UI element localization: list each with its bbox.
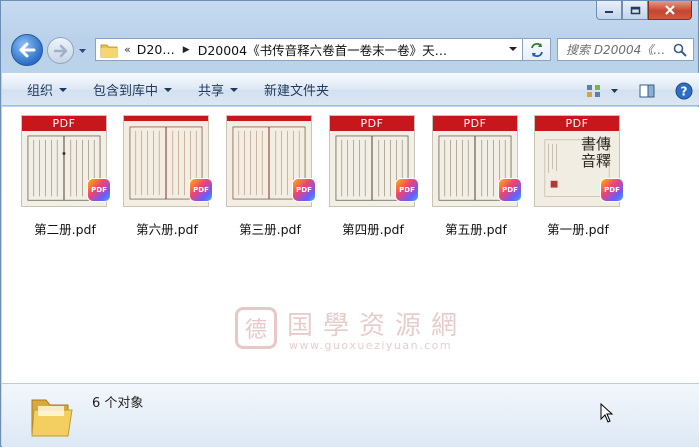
chevron-down-icon [611,88,618,93]
file-list-pane[interactable]: PDF PDF 第二册.pdf PDF 第六册.pdf PDF 第三册.pdf … [2,107,699,383]
explorer-window: « D20… ▶ D20004《书传音释六卷首一卷末一卷》天… 组织 包含到库中… [0,0,699,447]
item-count: 6 个对象 [92,396,144,411]
file-item[interactable]: PDF PDF 第四册.pdf [321,115,419,237]
organize-label: 组织 [27,84,54,99]
file-item[interactable]: PDF 書傳音釋 PDF 第一册.pdf [526,115,624,237]
back-button[interactable] [11,34,43,66]
refresh-icon [530,42,543,57]
back-arrow-icon [19,42,36,58]
recent-pages-dropdown[interactable] [77,46,87,56]
search-icon[interactable] [673,43,687,57]
new-folder-button[interactable]: 新建文件夹 [251,73,342,106]
preview-pane-icon [639,84,655,97]
file-name[interactable]: 第一册.pdf [526,219,630,238]
include-in-library-menu[interactable]: 包含到库中 [80,73,185,106]
file-name[interactable]: 第五册.pdf [424,219,528,238]
pdf-banner: PDF [22,116,106,131]
organize-menu[interactable]: 组织 [14,73,80,106]
file-name[interactable]: 第四册.pdf [321,219,425,238]
pdf-banner: PDF [535,116,619,131]
pdf-app-badge-icon: PDF [88,179,110,201]
pdf-app-badge-icon: PDF [396,179,418,201]
breadcrumb-parent[interactable]: D20… [137,42,175,57]
breadcrumb-current[interactable]: D20004《书传音释六卷首一卷末一卷》天… [198,40,447,59]
pdf-banner: PDF [433,116,517,131]
watermark-seal: 德 [235,307,277,349]
view-controls: ? [576,74,693,107]
breadcrumb-chevron-icon[interactable]: ▶ [183,45,190,55]
address-bar[interactable]: « D20… ▶ D20004《书传音释六卷首一卷末一卷》天… [95,38,523,61]
pdf-app-badge-icon: PDF [601,179,623,201]
pdf-app-badge-icon: PDF [190,179,212,201]
file-item[interactable]: PDF PDF 第五册.pdf [424,115,522,237]
svg-text:?: ? [681,84,688,98]
file-name[interactable]: 第六册.pdf [115,219,219,238]
details-pane: 6 个对象 [2,383,699,447]
watermark-url: www.guoxueziyuan.com [289,339,453,352]
pdf-app-badge-icon: PDF [293,179,315,201]
refresh-button[interactable] [523,38,551,61]
view-options-dropdown[interactable] [610,74,619,107]
forward-arrow-icon [53,44,67,57]
close-button[interactable] [648,1,692,20]
pdf-banner [124,116,208,121]
include-library-label: 包含到库中 [93,84,159,99]
change-view-button[interactable] [586,74,602,107]
preview-pane-button[interactable] [639,74,655,107]
pdf-banner [227,116,311,121]
dropdown-arrow-icon [164,87,173,92]
help-icon: ? [675,82,693,99]
minimize-icon [605,11,613,13]
close-icon [665,5,675,15]
watermark: 德 国學资源網 www.guoxueziyuan.com [235,305,485,357]
share-label: 共享 [198,84,225,99]
maximize-icon [630,6,640,14]
breadcrumb-overflow[interactable]: « [124,43,131,56]
new-folder-label: 新建文件夹 [264,84,330,99]
dropdown-arrow-icon [230,87,239,92]
file-name[interactable]: 第二册.pdf [13,219,117,238]
folder-icon [31,399,73,437]
folder-icon [100,44,118,57]
mouse-cursor-icon [600,403,614,423]
maximize-button[interactable] [622,1,648,20]
help-button[interactable]: ? [675,74,693,107]
navigation-bar: « D20… ▶ D20004《书传音释六卷首一卷末一卷》天… [9,34,694,66]
cover-title: 書傳音釋 [580,135,611,170]
file-name[interactable]: 第三册.pdf [218,219,322,238]
forward-button[interactable] [47,37,74,64]
command-bar: 组织 包含到库中 共享 新建文件夹 ? [2,73,699,106]
chevron-down-icon [78,49,86,53]
watermark-text: 国學资源網 [287,311,468,341]
search-box[interactable] [557,38,694,61]
file-item[interactable]: PDF 第六册.pdf [115,115,213,237]
pdf-banner: PDF [330,116,414,131]
file-item[interactable]: PDF 第三册.pdf [218,115,316,237]
search-input[interactable] [566,42,678,57]
minimize-button[interactable] [596,1,622,20]
file-item[interactable]: PDF PDF 第二册.pdf [13,115,111,237]
view-grid-icon [587,84,600,97]
dropdown-arrow-icon [59,87,68,92]
pdf-app-badge-icon: PDF [499,179,521,201]
share-menu[interactable]: 共享 [185,73,251,106]
address-dropdown-icon[interactable] [508,44,518,54]
caption-buttons [596,1,692,20]
